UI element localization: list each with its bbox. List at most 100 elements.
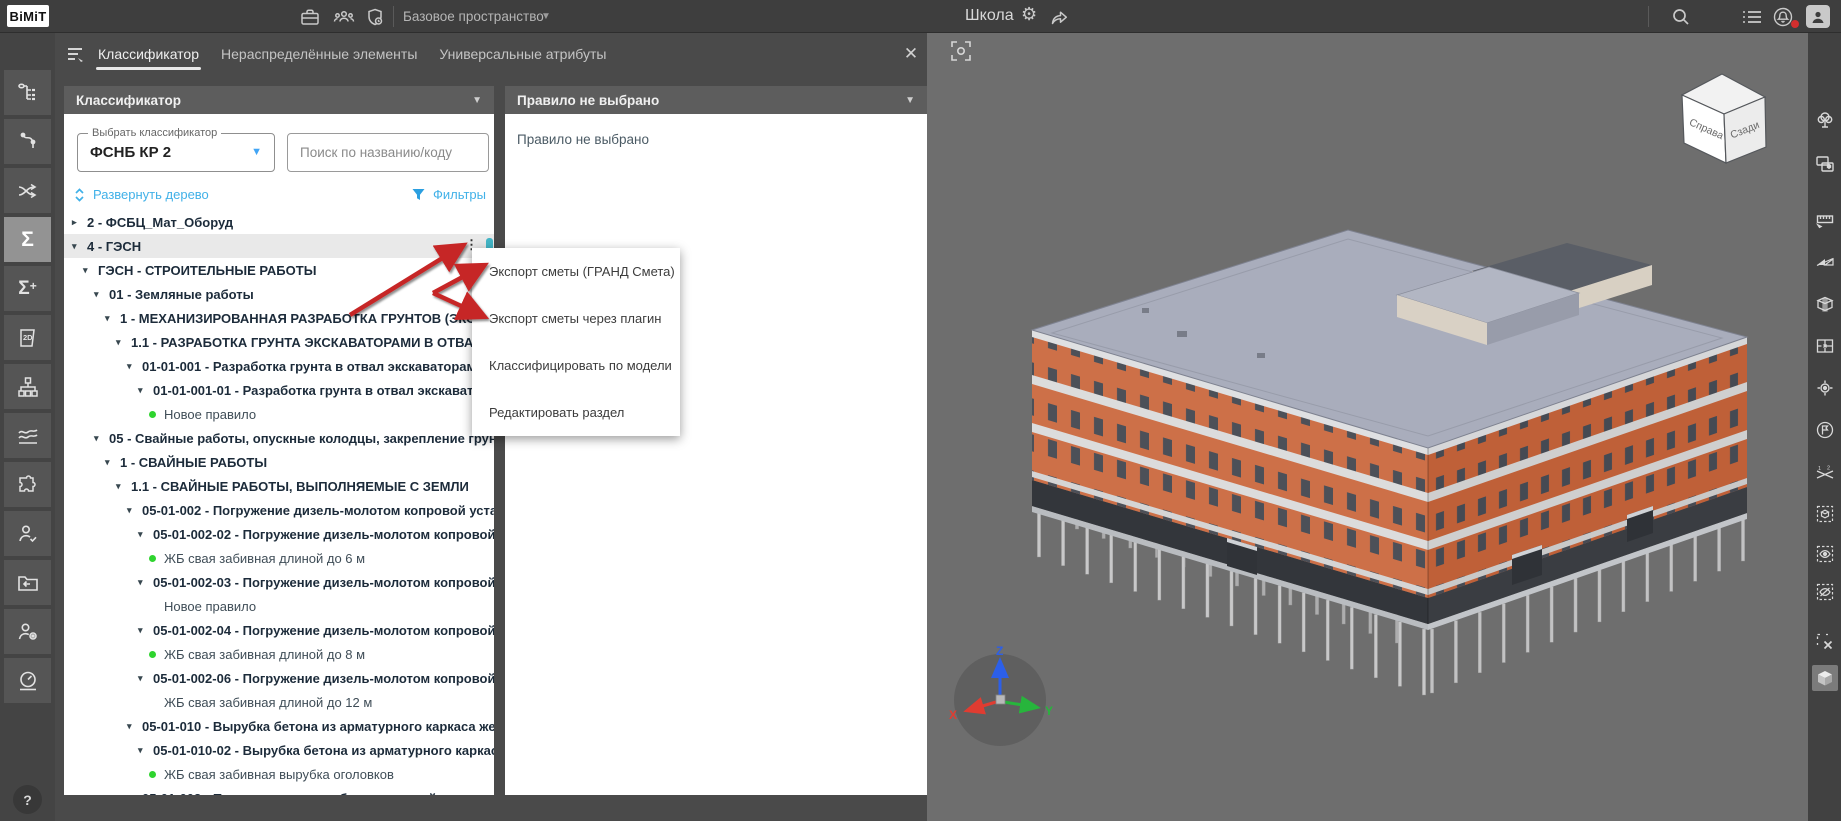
section-planes-button[interactable]	[1812, 249, 1838, 275]
tree-row[interactable]: Новое правило	[64, 402, 494, 426]
view-2d-button[interactable]: 2D	[4, 315, 51, 360]
tree-row[interactable]: ▾ 1.1 - СВАЙНЫЕ РАБОТЫ, ВЫПОЛНЯЕМЫЕ С ЗЕ…	[64, 474, 494, 498]
expander-icon[interactable]: ▾	[138, 625, 153, 636]
hierarchy-button[interactable]	[4, 364, 51, 409]
share-icon[interactable]	[1048, 6, 1070, 28]
briefcase-icon[interactable]	[299, 6, 321, 28]
expander-icon[interactable]: ▾	[105, 313, 120, 324]
expander-icon[interactable]: ▾	[138, 673, 153, 684]
expander-icon[interactable]: ▾	[94, 289, 109, 300]
tree-row[interactable]: ▾ 05-01-002 - Погружение дизель-молотом …	[64, 498, 494, 522]
tree-row[interactable]: ▾ 4 - ГЭСН ⋮	[64, 234, 494, 258]
filters-link[interactable]: Фильтры	[412, 187, 486, 202]
menu-item-classify-by-model[interactable]: Классифицировать по модели	[472, 342, 680, 389]
tree-row[interactable]: ▾ ГЭСН - СТРОИТЕЛЬНЫЕ РАБОТЫ	[64, 258, 494, 282]
isolate-selection-button[interactable]	[1812, 501, 1838, 527]
expander-icon[interactable]: ▾	[116, 481, 131, 492]
expander-icon[interactable]: ▾	[138, 745, 153, 756]
tree-row[interactable]: ▾ 05-01-002-03 - Погружение дизель-молот…	[64, 570, 494, 594]
chevron-down-icon[interactable]: ▼	[251, 146, 262, 158]
expander-icon[interactable]: ▾	[138, 529, 153, 540]
structure-tree-button[interactable]	[4, 70, 51, 115]
tree-row[interactable]: ▾ 01-01-001-01 - Разработка грунта в отв…	[64, 378, 494, 402]
expander-icon[interactable]: ▾	[94, 433, 109, 444]
menu-item-export-plugin[interactable]: Экспорт сметы через плагин	[472, 295, 680, 342]
focus-target-button[interactable]	[1812, 375, 1838, 401]
expander-icon[interactable]: ▾	[138, 385, 153, 396]
search-icon[interactable]	[1670, 6, 1692, 28]
menu-item-export-grand[interactable]: Экспорт сметы (ГРАНД Смета)	[472, 248, 680, 295]
expander-icon[interactable]: ▾	[127, 361, 142, 372]
connections-button[interactable]	[4, 119, 51, 164]
expander-icon[interactable]: ▾	[138, 577, 153, 588]
viewport-3d[interactable]: Справа Сзади Z X Y	[927, 33, 1808, 821]
expander-icon[interactable]: ▾	[127, 721, 142, 732]
plugins-puzzle-button[interactable]	[4, 462, 51, 507]
model-cube-button[interactable]	[1812, 665, 1838, 691]
expander-icon[interactable]: ▾	[127, 505, 142, 516]
tree-row[interactable]: ЖБ свая забивная длиной до 12 м	[64, 690, 494, 714]
rule-section-header[interactable]: Правило не выбрано ▼	[505, 86, 927, 114]
tree-row[interactable]: ▾ 01-01-001 - Разработка грунта в отвал …	[64, 354, 494, 378]
tree-row[interactable]: ▾ 05-01-010 - Вырубка бетона из арматурн…	[64, 714, 494, 738]
workspace-selector[interactable]: Базовое пространство	[403, 9, 544, 24]
environment-tree-button[interactable]	[1812, 107, 1838, 133]
charts-button[interactable]	[4, 413, 51, 458]
list-menu-icon[interactable]	[1741, 6, 1763, 28]
tree-row[interactable]: ▾ 1.1 - РАЗРАБОТКА ГРУНТА ЭКСКАВАТОРАМИ …	[64, 330, 494, 354]
expander-icon[interactable]: ▾	[83, 265, 98, 276]
expander-icon[interactable]: ▸	[72, 217, 87, 228]
tree-row[interactable]: ЖБ свая забивная длиной до 6 м	[64, 546, 494, 570]
clear-selection-button[interactable]	[1812, 629, 1838, 655]
chevron-down-icon[interactable]: ▼	[905, 95, 915, 106]
close-icon[interactable]: ✕	[902, 45, 920, 63]
placemark-flag-button[interactable]	[1812, 417, 1838, 443]
clash-shuffle-button[interactable]	[4, 168, 51, 213]
tree-row[interactable]: ▾ 05-01-002-04 - Погружение дизель-молот…	[64, 618, 494, 642]
tree-row[interactable]: ▾ 05 - Свайные работы, опускные колодцы,…	[64, 426, 494, 450]
tree-row[interactable]: ЖБ свая забивная длиной до 8 м	[64, 642, 494, 666]
classifier-section-header[interactable]: Классификатор ▼	[64, 86, 494, 114]
expand-tree-link[interactable]: Развернуть дерево	[74, 187, 209, 202]
user-approve-button[interactable]	[4, 511, 51, 556]
user-location-button[interactable]	[4, 609, 51, 654]
settings-gear-icon[interactable]: ⚙	[1021, 4, 1037, 25]
tree-row[interactable]: ▾ 05-01-002-06 - Погружение дизель-молот…	[64, 666, 494, 690]
tree-row[interactable]: ЖБ свая забивная вырубка оголовков	[64, 762, 494, 786]
tab-unassigned-elements[interactable]: Нераспределённые элементы	[221, 46, 417, 70]
shield-clock-icon[interactable]	[364, 6, 386, 28]
tab-universal-attributes[interactable]: Универсальные атрибуты	[439, 46, 606, 70]
chevron-down-icon[interactable]: ▼	[472, 95, 482, 106]
expander-icon[interactable]: ▾	[116, 337, 131, 348]
collapse-panel-icon[interactable]	[66, 45, 88, 70]
tree-row[interactable]: ▾ 05-01-003 - Погружение железобетонных …	[64, 786, 494, 796]
tree-row[interactable]: ▾ 1 - СВАЙНЫЕ РАБОТЫ	[64, 450, 494, 474]
menu-item-edit-section[interactable]: Редактировать раздел	[472, 389, 680, 436]
measure-ruler-button[interactable]	[1812, 207, 1838, 233]
export-folder-button[interactable]	[4, 560, 51, 605]
selection-sets-button[interactable]	[1812, 151, 1838, 177]
axes-grid-button[interactable]: 12	[1812, 461, 1838, 487]
tree-row[interactable]: ▾ 1 - МЕХАНИЗИРОВАННАЯ РАЗРАБОТКА ГРУНТО…	[64, 306, 494, 330]
team-icon[interactable]	[333, 6, 355, 28]
help-button[interactable]: ?	[13, 785, 42, 814]
tree-row[interactable]: ▾ 05-01-010-02 - Вырубка бетона из армат…	[64, 738, 494, 762]
section-box-button[interactable]	[1812, 291, 1838, 317]
estimate-add-button[interactable]: Σ+	[4, 266, 51, 311]
hide-selection-button[interactable]	[1812, 579, 1838, 605]
fit-screen-icon[interactable]	[949, 39, 973, 63]
tree-row[interactable]: ▾ 01 - Земляные работы	[64, 282, 494, 306]
estimate-sigma-button[interactable]: Σ	[4, 217, 51, 262]
expander-icon[interactable]: ▾	[127, 793, 142, 796]
search-input[interactable]	[287, 133, 489, 172]
tree-row[interactable]: ▸ 2 - ФСБЦ_Мат_Оборуд	[64, 210, 494, 234]
dashboard-gauge-button[interactable]	[4, 658, 51, 703]
nav-cube[interactable]: Справа Сзади	[1680, 73, 1767, 164]
expander-icon[interactable]: ▾	[105, 457, 120, 468]
user-avatar[interactable]	[1806, 5, 1830, 28]
chevron-down-icon[interactable]: ▼	[541, 11, 551, 22]
floor-plan-button[interactable]	[1812, 333, 1838, 359]
tab-classifier[interactable]: Классификатор	[95, 46, 202, 70]
show-selection-button[interactable]	[1812, 541, 1838, 567]
classifier-select[interactable]: Выбрать классификатор ФСНБ КР 2 ▼	[77, 127, 275, 172]
